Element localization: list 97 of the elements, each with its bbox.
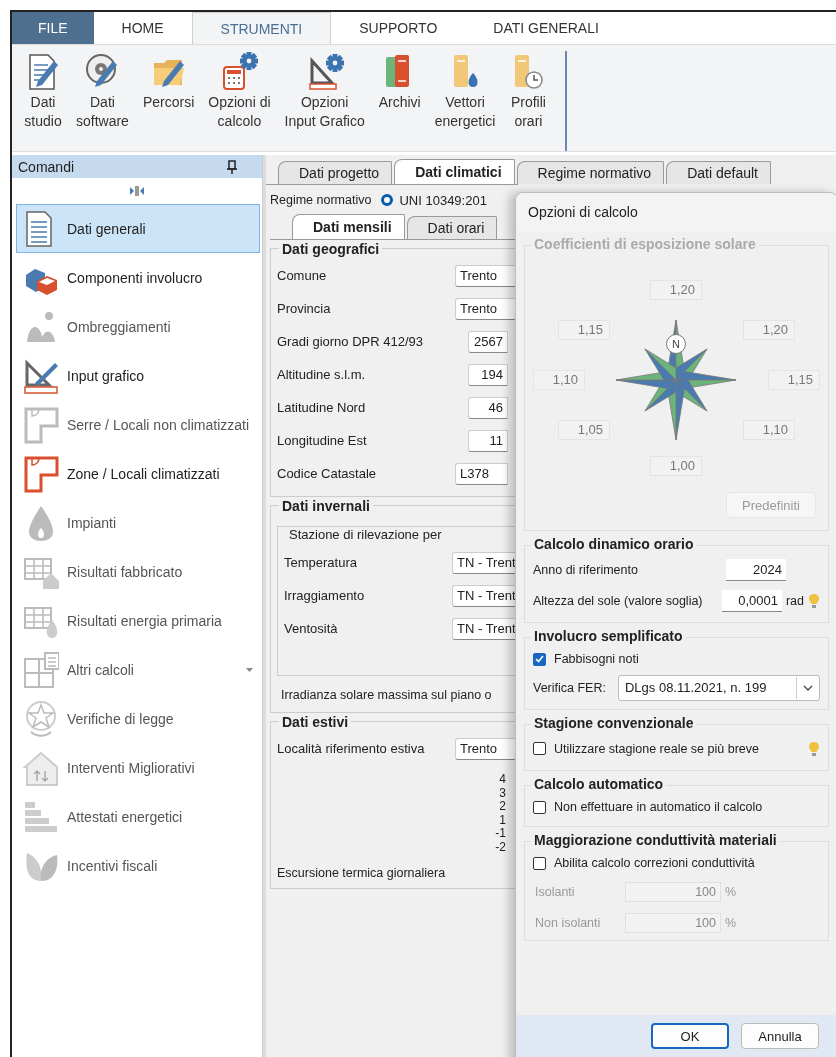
floor-plan-icon [23,405,59,444]
dropdown-field[interactable]: TN - Trent [452,617,518,640]
pin-icon [226,159,238,174]
group-title: Coefficienti di esposizione solare [531,236,759,252]
ribbon-tab[interactable]: SUPPORTO [331,12,466,44]
ribbon-button[interactable]: Vettori energetici [428,51,502,131]
ribbon-tab[interactable]: HOME [93,12,192,44]
unit-label: % [725,884,737,899]
axis-label: 4 [499,773,506,787]
field-label: Località riferimento estiva [277,741,425,756]
group-title: Calcolo dinamico orario [531,536,697,552]
group-title: Involucro semplificato [531,628,686,644]
group-title: Dati invernali [279,498,373,514]
checkbox[interactable]: Abilita calcolo correzioni conduttività [533,850,820,876]
dropdown-field[interactable]: TN - Trent [452,551,518,574]
tab[interactable]: Dati orari [406,216,498,239]
field-label: Gradi giorno DPR 412/93 [277,334,423,349]
checkmark-icon [535,655,544,663]
unit-label: % [725,915,737,930]
checkbox[interactable]: Fabbisogni noti [533,646,820,672]
tab[interactable]: Dati climatici [394,159,515,184]
tab[interactable]: Dati default [666,161,771,184]
field-label: Regime normativo [270,193,372,207]
ribbon-button[interactable]: Profili orari [503,51,554,131]
field-label: Ventosità [284,621,338,636]
field-label: Latitudine Nord [277,400,366,415]
dialog-title: Opzioni di calcolo [516,193,836,231]
dropdown-field[interactable]: DLgs 08.11.2021, n. 199 [617,674,820,701]
field-label: Altitudine s.l.m. [277,367,366,382]
field-label: Isolanti [535,884,576,899]
axis-label: -1 [495,827,506,841]
group-title: Dati estivi [279,714,352,730]
ok-button[interactable]: OK [651,1023,729,1049]
unit-label: rad [785,593,804,608]
axis-label: 3 [499,786,506,800]
radio-label[interactable]: UNI 10349:201 [399,192,487,208]
ribbon-tab[interactable]: DATI GENERALI [465,12,627,44]
field-label: Irradianza solare massima sul piano o [280,687,493,704]
star-badge-icon [23,699,59,738]
dropdown-field[interactable]: Trento [455,737,518,760]
checkbox[interactable]: Non effettuare in automatico il calcolo [533,794,820,820]
field-label: Comune [277,268,327,283]
checkbox[interactable]: Utilizzare stagione reale se più breve [533,735,759,762]
input-field[interactable]: 46 [468,396,508,419]
sidebar-item[interactable]: Componenti involucro [16,253,260,302]
floor-plan-icon [23,454,59,493]
cancel-button[interactable]: Annulla [741,1023,819,1049]
chevron-down-icon [803,684,813,691]
panel-title: Comandi [18,158,75,175]
field-label: Escursione termica giornaliera [277,866,447,880]
group-title: Calcolo automatico [531,776,667,792]
sidebar-item[interactable]: Dati generali [16,204,260,253]
input-field[interactable]: 2024 [726,558,786,581]
input-field[interactable]: 11 [468,429,508,452]
tab[interactable]: Regime normativo [516,161,665,184]
dropdown-field[interactable]: Trento [455,297,518,320]
axis-label: 2 [499,800,506,814]
axis-label: -2 [495,840,506,854]
file-menu-tab[interactable]: FILE [12,12,94,44]
ribbon-button[interactable]: Dati studio [18,51,68,131]
input-field[interactable]: 0,0001 [721,589,782,612]
dropdown-field[interactable]: TN - Trent [452,584,518,607]
tab[interactable]: Dati mensili [292,214,405,239]
field-label: Codice Catastale [277,466,376,481]
field-label: Irraggiamento [284,588,365,603]
tab[interactable]: Dati progetto [278,161,393,184]
north-label: N [666,334,686,354]
field-label: Altezza del sole (valore soglia) [533,593,704,608]
ribbon-tab[interactable]: STRUMENTI [191,12,332,44]
sidebar-item[interactable]: Input grafico [16,351,260,400]
field-label: Non isolanti [535,915,602,930]
grid-calculator-icon [23,650,59,689]
group-title: Maggiorazione conduttività materiali [531,832,780,848]
ribbon-button[interactable]: Archivi [372,51,427,112]
axis-label: 1 [499,813,506,827]
collapse-icon [130,185,144,197]
sidebar-item[interactable]: Zone / Locali climatizzati [16,449,260,498]
radio-button[interactable] [381,194,394,206]
lightbulb-icon [808,740,820,757]
field-label: Temperatura [284,555,357,570]
ribbon-button[interactable]: Percorsi [136,51,201,112]
ribbon-button[interactable]: Opzioni Input Grafico [278,51,371,131]
group-title: Stazione di rilevazione per [286,527,445,542]
ribbon-button[interactable]: Dati software [70,51,135,131]
input-field[interactable]: 2567 [468,330,508,353]
field-label: Provincia [277,301,331,316]
ribbon-button[interactable]: Opzioni di calcolo [202,51,277,131]
field-label: Verifica FER: [533,680,606,695]
input-field[interactable]: 194 [468,363,508,386]
group-title: Stagione convenzionale [531,715,697,731]
input-field[interactable]: L378 [455,462,508,485]
group-title: Dati geografici [279,241,383,257]
field-label: Anno di riferimento [533,562,639,577]
dropdown-field[interactable]: Trento [455,264,518,287]
field-label: Longitudine Est [277,433,367,448]
calculator-gear-icon [220,51,259,91]
lightbulb-icon [808,592,820,609]
